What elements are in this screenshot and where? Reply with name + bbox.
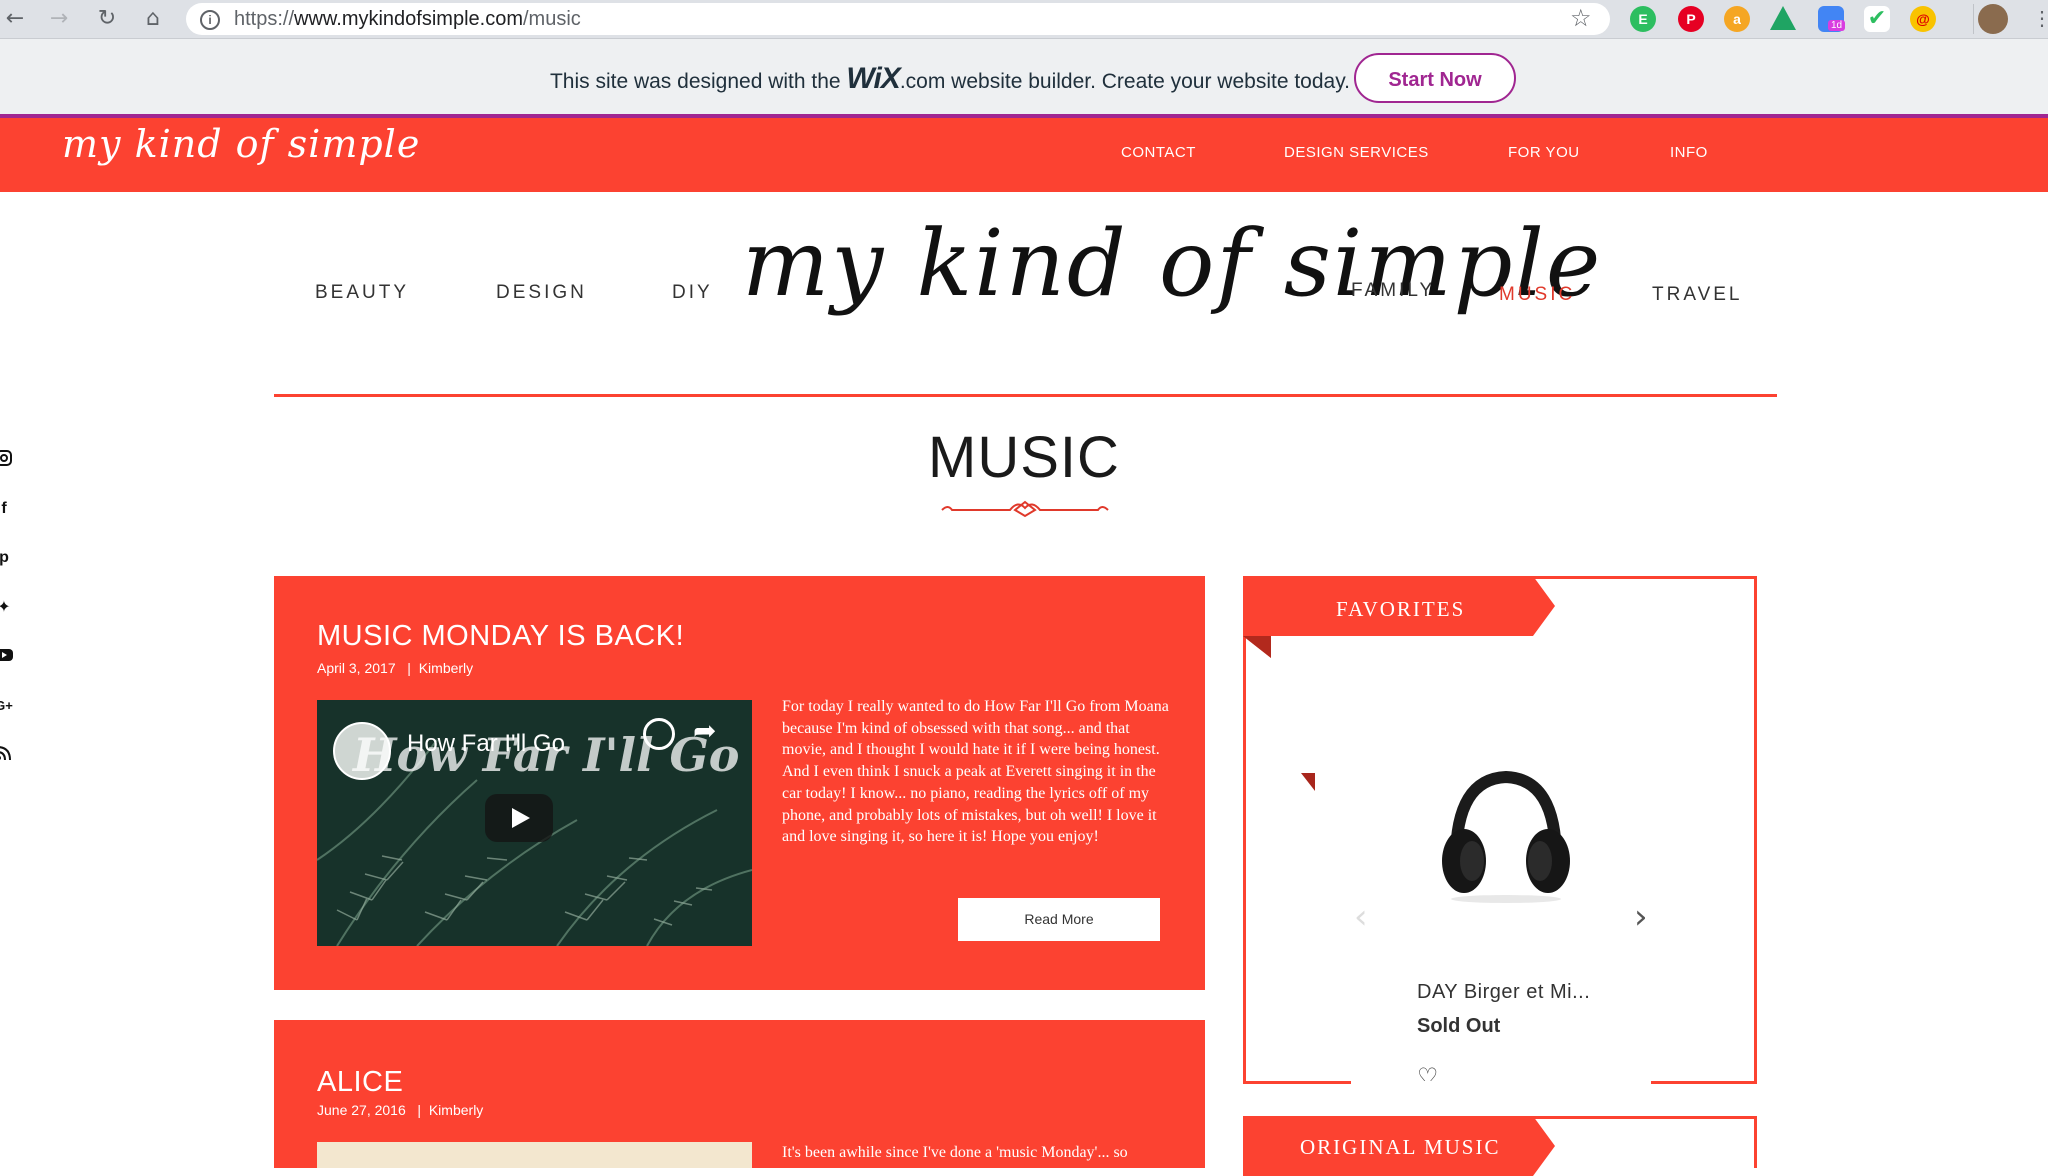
google-plus-icon[interactable]: G+ (0, 694, 16, 718)
url-text[interactable]: https://www.mykindofsimple.com/music (234, 3, 581, 35)
toolbar-divider (1973, 4, 1974, 34)
page-title: MUSIC (928, 425, 1120, 490)
menu-icon[interactable]: ⋮ (2032, 6, 2048, 31)
forward-icon[interactable]: → (44, 4, 74, 34)
original-music-widget: ORIGINAL MUSIC (1243, 1116, 1757, 1176)
topnav-for-you[interactable]: FOR YOU (1508, 144, 1580, 161)
video-title[interactable]: How Far I'll Go (407, 730, 565, 758)
nav-design[interactable]: DESIGN (496, 282, 587, 304)
post-excerpt: It's been awhile since I've done a 'musi… (782, 1144, 1128, 1161)
info-icon[interactable]: i (200, 10, 220, 30)
post-meta: June 27, 2016 | Kimberly (317, 1102, 484, 1118)
watch-later-icon[interactable] (643, 718, 675, 750)
post-excerpt: For today I really wanted to do How Far … (782, 698, 1169, 846)
product-name[interactable]: DAY Birger et Mi... (1417, 981, 1590, 1004)
pinterest-extension-icon[interactable]: P (1678, 6, 1704, 32)
address-bar[interactable]: i https://www.mykindofsimple.com/music ☆ (186, 3, 1610, 35)
browser-toolbar: ← → ↻ ⌂ i https://www.mykindofsimple.com… (0, 0, 2048, 39)
profile-avatar[interactable] (1978, 4, 2008, 34)
topnav-info[interactable]: INFO (1670, 144, 1708, 161)
carousel-next-icon[interactable]: › (1634, 897, 1648, 937)
post-meta: April 3, 2017 | Kimberly (317, 660, 474, 676)
play-button[interactable] (485, 794, 553, 842)
checkmark-extension-icon[interactable]: ✔ (1864, 6, 1890, 32)
headphones-image[interactable] (1426, 749, 1586, 909)
site-logo[interactable]: my kind of simple (742, 210, 1602, 317)
nav-family[interactable]: FAMILY (1351, 280, 1435, 302)
google-drive-icon[interactable] (1770, 6, 1796, 30)
topnav-design-services[interactable]: DESIGN SERVICES (1284, 144, 1429, 161)
nav-travel[interactable]: TRAVEL (1652, 284, 1743, 306)
post-title[interactable]: MUSIC MONDAY IS BACK! (317, 620, 684, 653)
post-card: MUSIC MONDAY IS BACK! April 3, 2017 | Ki… (274, 576, 1205, 990)
header-logo[interactable]: my kind of simple (62, 122, 420, 166)
top-navbar: my kind of simple CONTACT DESIGN SERVICE… (0, 118, 2048, 192)
title-ornament (941, 500, 1109, 518)
wix-banner-text: This site was designed with the WiX.com … (549, 62, 1350, 95)
nav-beauty[interactable]: BEAUTY (315, 282, 409, 304)
start-now-button[interactable]: Start Now (1354, 53, 1516, 103)
nav-divider (274, 394, 1777, 397)
border-gap (1351, 1081, 1651, 1087)
product-status: Sold Out (1417, 1015, 1501, 1037)
video-player[interactable]: How Far I'll Go How Far I'll Go ➦ (317, 700, 752, 946)
original-music-label: ORIGINAL MUSIC (1300, 1135, 1501, 1159)
back-icon[interactable]: ← (0, 4, 30, 34)
facebook-icon[interactable]: f (0, 497, 16, 521)
carousel-prev-icon[interactable]: ‹ (1354, 897, 1368, 937)
favorites-label: FAVORITES (1336, 597, 1466, 621)
instagram-icon[interactable] (0, 448, 16, 472)
bookmark-star-icon[interactable]: ☆ (1570, 4, 1592, 32)
evernote-icon[interactable]: E (1630, 6, 1656, 32)
honey-extension-icon[interactable]: a (1724, 6, 1750, 32)
nav-diy[interactable]: DIY (672, 282, 713, 304)
topnav-contact[interactable]: CONTACT (1121, 144, 1196, 161)
extension-icon[interactable]: @ (1910, 6, 1936, 32)
ribbon-fold (1301, 773, 1315, 791)
play-icon (512, 808, 530, 828)
youtube-icon[interactable] (0, 646, 16, 670)
share-icon[interactable]: ➦ (693, 714, 716, 747)
read-more-button[interactable]: Read More (958, 898, 1160, 941)
rss-icon[interactable] (0, 744, 16, 768)
home-icon[interactable]: ⌂ (138, 4, 168, 34)
calendar-badge: 1d (1828, 20, 1846, 31)
wix-banner: This site was designed with the WiX.com … (0, 39, 2048, 118)
pinterest-icon[interactable]: p (0, 546, 16, 570)
nav-music[interactable]: MUSIC (1499, 284, 1575, 306)
post-title[interactable]: ALICE (317, 1066, 403, 1099)
twitter-icon[interactable]: ✦ (0, 595, 16, 619)
post-card: ALICE June 27, 2016 | Kimberly It's been… (274, 1020, 1205, 1168)
reload-icon[interactable]: ↻ (92, 4, 122, 34)
favorites-widget: FAVORITES ‹ › DAY Birger et Mi... Sold O… (1243, 576, 1757, 1091)
post-image[interactable] (317, 1142, 752, 1168)
